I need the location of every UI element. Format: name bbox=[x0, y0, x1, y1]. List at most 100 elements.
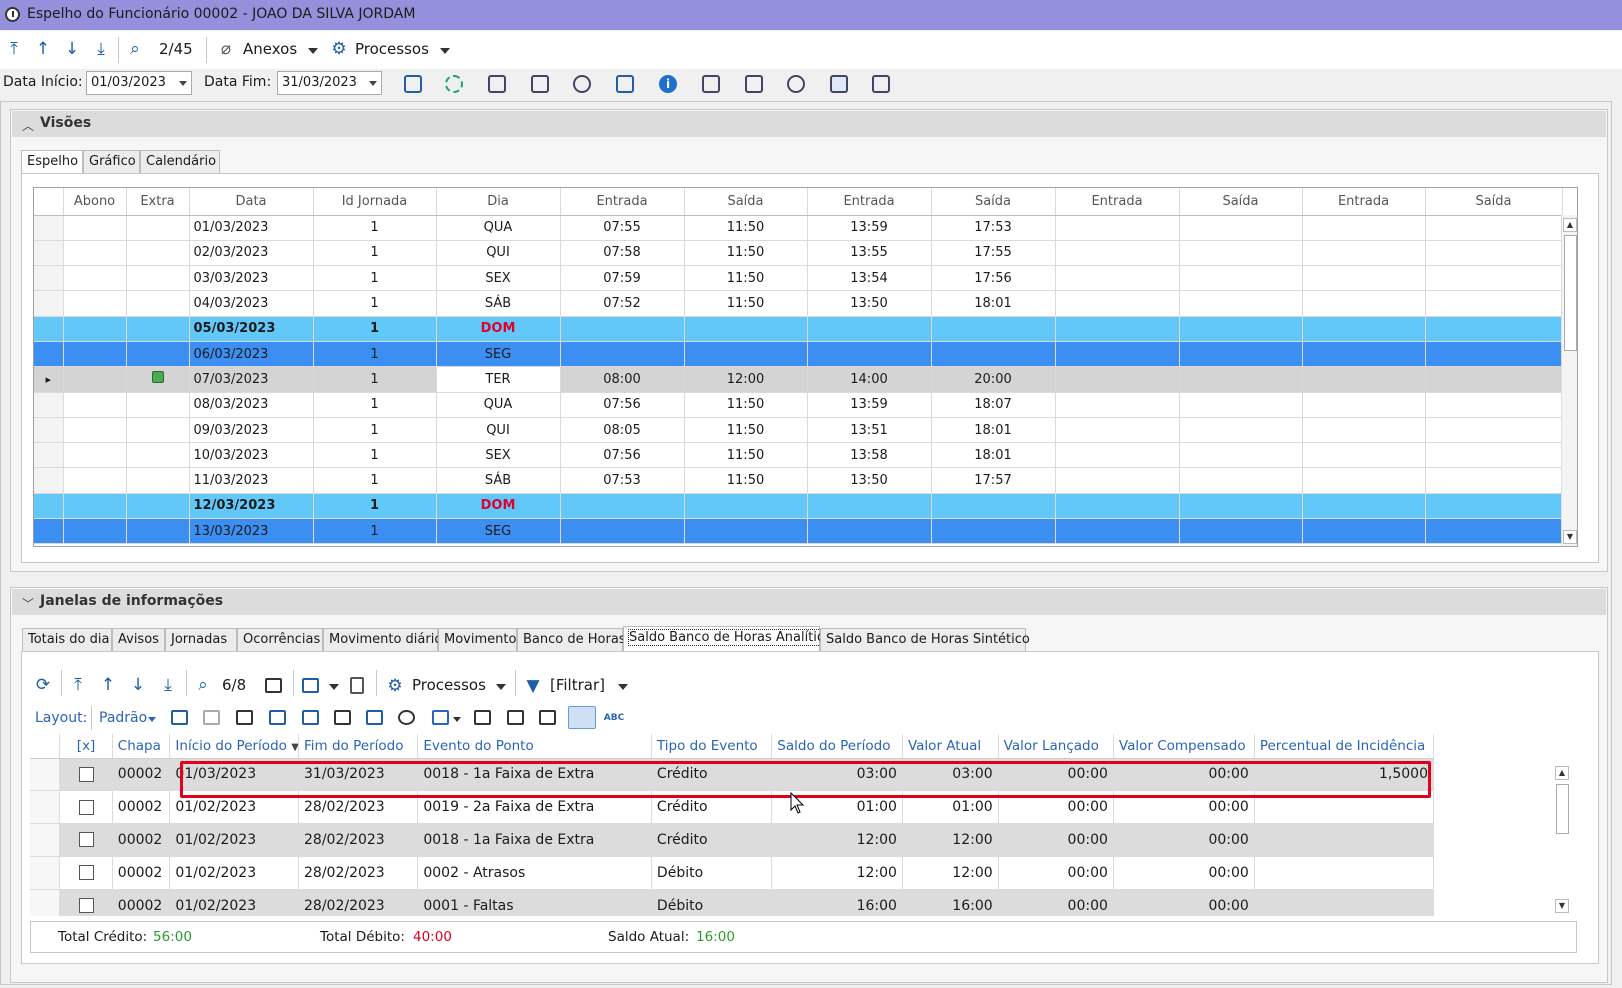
saida-cell[interactable]: 18:01 bbox=[931, 290, 1056, 317]
delete-layout-icon[interactable] bbox=[203, 710, 220, 725]
tab-saldo-banco-de-horas-analitico[interactable]: Saldo Banco de Horas Analítico bbox=[623, 626, 833, 652]
col-header[interactable]: Saída bbox=[931, 188, 1056, 216]
entrada-cell[interactable]: 13:58 bbox=[807, 442, 932, 469]
abono-cell[interactable] bbox=[63, 442, 127, 469]
saida-cell[interactable] bbox=[1179, 290, 1303, 317]
save-layout-icon[interactable] bbox=[236, 710, 253, 725]
janelas-header[interactable]: ﹀ Janelas de informações bbox=[12, 589, 1606, 615]
percentual-cell[interactable] bbox=[1254, 856, 1435, 890]
col-header[interactable]: Tipo do Evento bbox=[651, 734, 773, 759]
clock-alert-icon[interactable] bbox=[787, 75, 805, 93]
chart-icon[interactable] bbox=[432, 710, 449, 725]
saida-cell[interactable] bbox=[1425, 240, 1563, 267]
data-cell[interactable]: 13/03/2023 bbox=[189, 518, 314, 545]
dia-cell[interactable]: SÁB bbox=[436, 290, 561, 317]
espelho-row[interactable]: 03/03/2023 1 SEX 07:59 11:50 13:54 17:56 bbox=[34, 265, 1563, 292]
col-header[interactable]: Entrada bbox=[1055, 188, 1180, 216]
dia-cell[interactable]: QUI bbox=[436, 240, 561, 267]
saida-cell[interactable]: 11:50 bbox=[684, 467, 808, 494]
entrada-cell[interactable] bbox=[1302, 417, 1426, 444]
valor-lancado-cell[interactable]: 00:00 bbox=[998, 856, 1114, 890]
saida-cell[interactable] bbox=[1179, 518, 1303, 545]
entrada-cell[interactable]: 07:56 bbox=[560, 392, 685, 418]
entrada-cell[interactable] bbox=[1302, 341, 1426, 368]
fim-cell[interactable]: 28/02/2023 bbox=[298, 889, 419, 916]
tab-jornadas[interactable]: Jornadas bbox=[165, 628, 237, 652]
calendar-icon[interactable] bbox=[830, 75, 848, 93]
checkbox[interactable] bbox=[78, 832, 94, 848]
entrada-cell[interactable] bbox=[1055, 265, 1180, 292]
entrada-cell[interactable] bbox=[1302, 240, 1426, 267]
next-record-icon[interactable]: ↓ bbox=[62, 39, 82, 59]
entrada-cell[interactable] bbox=[1302, 290, 1426, 317]
next-record-icon[interactable]: ↓ bbox=[128, 675, 148, 695]
entrada-cell[interactable] bbox=[1055, 316, 1180, 342]
saida-cell[interactable] bbox=[1425, 316, 1563, 342]
select-checkbox[interactable] bbox=[59, 856, 113, 890]
abono-cell[interactable] bbox=[63, 518, 127, 545]
abono-cell[interactable] bbox=[63, 366, 127, 393]
tipo-cell[interactable]: Crédito bbox=[651, 823, 773, 857]
percentual-cell[interactable] bbox=[1254, 889, 1435, 916]
entrada-cell[interactable] bbox=[560, 518, 685, 545]
saida-cell[interactable]: 11:50 bbox=[684, 215, 808, 241]
saida-cell[interactable]: 17:53 bbox=[931, 215, 1056, 241]
saida-cell[interactable]: 11:50 bbox=[684, 392, 808, 418]
clock-icon[interactable] bbox=[573, 75, 591, 93]
entrada-cell[interactable] bbox=[1302, 467, 1426, 494]
analitico-row[interactable]: 00002 01/02/2023 28/02/2023 0018 - 1a Faixa… bbox=[30, 823, 1435, 857]
data-cell[interactable]: 03/03/2023 bbox=[189, 265, 314, 292]
row-indicator[interactable] bbox=[34, 265, 64, 292]
anexos-menu[interactable]: Anexos bbox=[243, 40, 297, 58]
row-select-icon[interactable] bbox=[568, 706, 596, 729]
saida-cell[interactable] bbox=[684, 316, 808, 342]
dia-cell[interactable]: SEG bbox=[436, 341, 561, 368]
percentual-cell[interactable] bbox=[1254, 823, 1435, 857]
saida-cell[interactable] bbox=[1425, 290, 1563, 317]
saida-cell[interactable] bbox=[1179, 316, 1303, 342]
abono-cell[interactable] bbox=[63, 240, 127, 267]
scroll-thumb[interactable] bbox=[1556, 784, 1569, 834]
saida-cell[interactable] bbox=[684, 518, 808, 545]
entrada-cell[interactable]: 08:00 bbox=[560, 366, 685, 393]
espelho-row[interactable]: 05/03/2023 1 DOM bbox=[34, 316, 1563, 342]
saida-cell[interactable] bbox=[931, 341, 1056, 368]
data-cell[interactable]: 08/03/2023 bbox=[189, 392, 314, 418]
analitico-row[interactable]: 00002 01/02/2023 28/02/2023 0002 - Atrasos D… bbox=[30, 856, 1435, 890]
row-indicator[interactable] bbox=[34, 316, 64, 342]
espelho-row[interactable]: 08/03/2023 1 QUA 07:56 11:50 13:59 18:07 bbox=[34, 392, 1563, 418]
row-indicator[interactable] bbox=[34, 493, 64, 520]
data-cell[interactable]: 06/03/2023 bbox=[189, 341, 314, 368]
analitico-scrollbar[interactable]: ▲ ▼ bbox=[1554, 764, 1571, 916]
scroll-down-icon[interactable]: ▼ bbox=[1555, 899, 1569, 913]
entrada-cell[interactable] bbox=[1055, 290, 1180, 317]
espelho-scrollbar[interactable]: ▲ ▼ bbox=[1561, 215, 1577, 546]
data-cell[interactable]: 01/03/2023 bbox=[189, 215, 314, 241]
unpin-icon[interactable] bbox=[366, 710, 383, 725]
entrada-cell[interactable]: 13:50 bbox=[807, 467, 932, 494]
color-icon[interactable] bbox=[398, 710, 415, 725]
saida-cell[interactable] bbox=[1425, 442, 1563, 469]
user-card-icon[interactable] bbox=[702, 75, 720, 93]
saida-cell[interactable]: 18:01 bbox=[931, 442, 1056, 469]
abono-cell[interactable] bbox=[63, 265, 127, 292]
footer-toggle-icon[interactable] bbox=[474, 710, 491, 725]
chapa-cell[interactable]: 00002 bbox=[112, 823, 171, 857]
row-indicator[interactable] bbox=[34, 215, 64, 241]
saida-cell[interactable] bbox=[931, 316, 1056, 342]
col-header[interactable]: Abono bbox=[63, 188, 127, 216]
id-jornada-cell[interactable]: 1 bbox=[313, 290, 437, 317]
dia-cell[interactable]: SEX bbox=[436, 265, 561, 292]
data-fim-field[interactable]: 31/03/2023 bbox=[277, 71, 382, 95]
col-header[interactable]: Entrada bbox=[560, 188, 685, 216]
saida-cell[interactable] bbox=[1179, 467, 1303, 494]
saida-cell[interactable]: 18:01 bbox=[931, 417, 1056, 444]
clock-doc-icon[interactable] bbox=[488, 75, 506, 93]
entrada-cell[interactable] bbox=[1302, 392, 1426, 418]
valor-atual-cell[interactable]: 12:00 bbox=[902, 823, 999, 857]
row-indicator[interactable] bbox=[30, 790, 61, 825]
saldo-cell[interactable]: 12:00 bbox=[771, 856, 903, 890]
saida-cell[interactable] bbox=[684, 493, 808, 520]
chevron-up-icon[interactable]: ︿ bbox=[22, 117, 34, 134]
saida-cell[interactable] bbox=[1179, 392, 1303, 418]
